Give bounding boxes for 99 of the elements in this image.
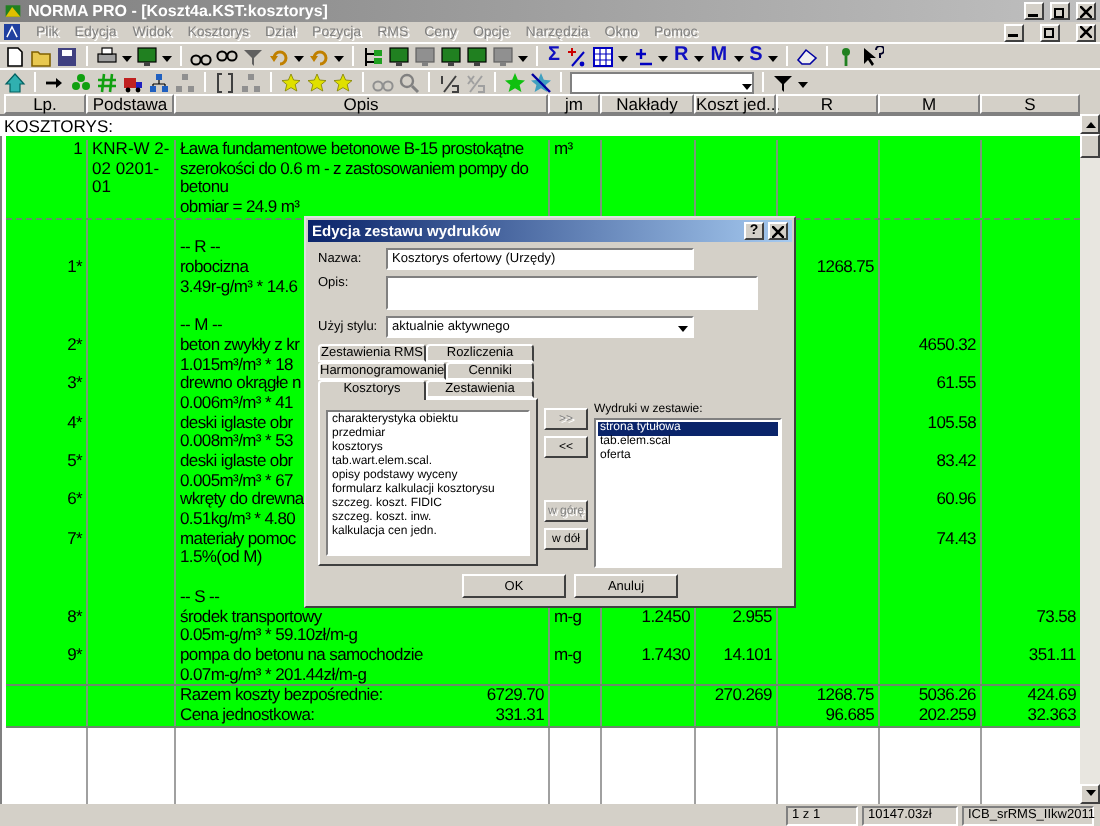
close-icon bbox=[1080, 26, 1092, 38]
column-header[interactable]: jm bbox=[548, 94, 600, 114]
column-header[interactable]: S bbox=[980, 94, 1080, 114]
funnel-icon bbox=[242, 45, 264, 67]
scroll-down-button[interactable] bbox=[1080, 784, 1100, 804]
house-icon bbox=[4, 71, 26, 93]
column-header[interactable]: Podstawa bbox=[86, 94, 174, 114]
row-number: 8* bbox=[6, 607, 88, 627]
minimize-button[interactable] bbox=[1024, 2, 1044, 20]
description-text: szerokości do 0.6 m - z zastosowaniem pompy do bbox=[176, 159, 550, 179]
description-text: pompa do betonu na samochodzie bbox=[176, 645, 550, 666]
bracket-icon bbox=[214, 71, 236, 93]
eraser-icon bbox=[796, 45, 819, 67]
table-cell: 5036.26 bbox=[880, 686, 982, 706]
fraction-icon bbox=[464, 71, 486, 93]
unit-cell: m-g bbox=[550, 645, 602, 666]
unit-cell: m³ bbox=[550, 140, 602, 160]
table-cell: 61.55 bbox=[880, 374, 982, 394]
spark-icon bbox=[306, 71, 328, 93]
column-header[interactable]: Koszt jed... bbox=[694, 94, 776, 114]
funnel-icon bbox=[772, 71, 794, 93]
row-number: 6* bbox=[6, 490, 88, 511]
table-cell: 60.96 bbox=[880, 490, 982, 511]
summary-value: 6729.70 bbox=[486, 686, 544, 706]
network-icon bbox=[174, 71, 196, 93]
app-icon bbox=[4, 2, 22, 20]
scrollbar-thumb[interactable] bbox=[1080, 134, 1100, 158]
table-cell: 1.7430 bbox=[602, 645, 696, 666]
table-cell: 202.259 bbox=[880, 705, 982, 726]
spark-icon bbox=[280, 71, 302, 93]
summary-label: Razem koszty bezpośrednie: bbox=[180, 686, 383, 706]
column-header[interactable]: Nakłady bbox=[600, 94, 694, 114]
basis-cell: KNR-W 2-02 0201-01 bbox=[88, 140, 176, 218]
row-number: 7* bbox=[6, 529, 88, 549]
table-cell: 96.685 bbox=[778, 705, 880, 726]
description-field[interactable] bbox=[386, 276, 758, 310]
column-header[interactable]: Opis bbox=[174, 94, 548, 114]
table-cell: 74.43 bbox=[880, 529, 982, 549]
network-icon bbox=[240, 71, 262, 93]
column-header[interactable]: R bbox=[776, 94, 878, 114]
close-button[interactable] bbox=[1076, 2, 1096, 20]
table-cell: 4650.32 bbox=[880, 335, 982, 356]
down-arrow-icon bbox=[1085, 790, 1095, 798]
monitor-icon bbox=[136, 45, 158, 67]
monitor-icon bbox=[440, 45, 462, 67]
description-text: 0.05m-g/m³ * 59.10zł/m-g bbox=[176, 626, 550, 646]
scrollbar[interactable] bbox=[1080, 114, 1100, 804]
monitor-icon bbox=[466, 45, 488, 67]
monitor-icon bbox=[414, 45, 436, 67]
toolbar-button[interactable]: Σ bbox=[546, 46, 563, 66]
combo-field[interactable] bbox=[570, 71, 754, 93]
search-icon bbox=[398, 71, 420, 93]
close-button[interactable] bbox=[1076, 23, 1096, 41]
row-number: 4* bbox=[6, 413, 88, 433]
close-icon bbox=[1080, 5, 1092, 17]
crossed-star-icon bbox=[530, 71, 552, 93]
up-arrow-icon bbox=[1085, 120, 1095, 128]
close-button[interactable] bbox=[768, 222, 788, 240]
toolbar-button[interactable]: R bbox=[672, 46, 691, 66]
fraction-icon bbox=[438, 71, 460, 93]
network-icon bbox=[148, 71, 170, 93]
arrow-icon bbox=[268, 45, 290, 67]
column-header[interactable]: Lp. bbox=[4, 94, 86, 114]
table-cell: 270.269 bbox=[696, 686, 778, 706]
arrow-icon bbox=[308, 45, 330, 67]
row-number: 2* bbox=[6, 335, 88, 356]
minimize-button[interactable] bbox=[1004, 23, 1024, 41]
description-text: betonu bbox=[176, 178, 550, 199]
toolbar-button[interactable]: S bbox=[747, 46, 765, 66]
hash-icon bbox=[96, 71, 118, 93]
folder-icon bbox=[30, 45, 52, 67]
section-title: KOSZTORYS: bbox=[0, 114, 1080, 136]
close-icon bbox=[772, 225, 784, 237]
spark-icon bbox=[332, 71, 354, 93]
description-text: Ława fundamentowe betonowe B-15 prostokątne bbox=[176, 140, 550, 160]
scroll-up-button[interactable] bbox=[1080, 114, 1100, 134]
maximize-button[interactable] bbox=[1040, 23, 1060, 41]
summary-label: Cena jednostkowa: bbox=[180, 705, 315, 726]
table-cell: 83.42 bbox=[880, 452, 982, 472]
row-number: 5* bbox=[6, 452, 88, 472]
table-cell: 14.101 bbox=[696, 645, 778, 666]
plus-percent-icon bbox=[566, 45, 589, 67]
summary-value: 331.31 bbox=[495, 705, 544, 726]
row-number: 1* bbox=[6, 258, 88, 278]
row-number: 9* bbox=[6, 645, 88, 666]
window-title: NORMA PRO - [Koszt4a.KST:kosztorys] bbox=[28, 2, 330, 20]
table-cell: 1268.75 bbox=[778, 686, 880, 706]
description-text: 0.07m-g/m³ * 201.44zł/m-g bbox=[176, 665, 550, 685]
monitor-icon bbox=[388, 45, 410, 67]
row-number: 3* bbox=[6, 374, 88, 394]
table-cell: 105.58 bbox=[880, 413, 982, 433]
row-number: 1 bbox=[6, 140, 88, 160]
help-pointer-icon bbox=[862, 45, 885, 67]
monitor-icon bbox=[492, 45, 514, 67]
plus-minus-icon bbox=[632, 45, 655, 67]
maximize-button[interactable] bbox=[1050, 2, 1070, 20]
star-icon bbox=[504, 71, 526, 93]
toolbar-button[interactable]: M bbox=[708, 46, 730, 66]
column-header[interactable]: M bbox=[878, 94, 980, 114]
